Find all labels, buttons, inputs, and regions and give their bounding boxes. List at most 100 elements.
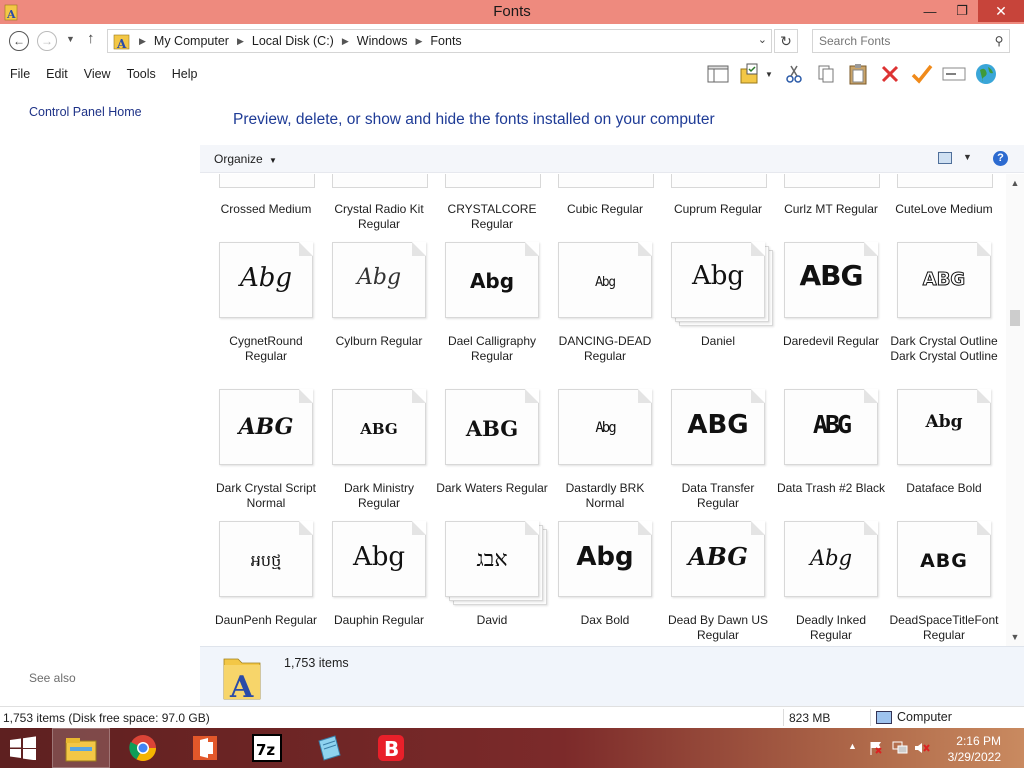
flag-icon[interactable] <box>868 741 884 755</box>
font-item[interactable]: Crossed Medium <box>210 202 322 217</box>
scroll-down-icon[interactable]: ▼ <box>1006 632 1024 642</box>
font-thumbnail[interactable]: Abg <box>332 242 428 320</box>
font-thumbnail[interactable] <box>332 174 428 188</box>
font-item[interactable]: Crystal Radio Kit Regular <box>323 202 435 232</box>
layout-pane-icon[interactable] <box>704 60 732 88</box>
rename-icon[interactable] <box>940 60 968 88</box>
scrollbar-thumb[interactable] <box>1010 310 1020 326</box>
font-item[interactable]: Cylburn Regular <box>323 334 435 349</box>
font-thumbnail[interactable]: ABG <box>784 389 880 467</box>
menu-tools[interactable]: Tools <box>127 67 156 81</box>
font-thumbnail[interactable]: Abg <box>445 242 541 320</box>
breadcrumb-my-computer[interactable]: My Computer <box>154 34 229 48</box>
search-icon[interactable]: ⚲ <box>989 34 1009 48</box>
search-input[interactable] <box>813 34 989 48</box>
vertical-scrollbar[interactable]: ▲ ▼ <box>1006 174 1024 646</box>
font-item[interactable]: Data Trash #2 Black <box>775 481 887 496</box>
change-view-icon[interactable] <box>938 152 952 164</box>
windows-start-icon[interactable] <box>8 736 38 760</box>
delete-icon[interactable] <box>876 60 904 88</box>
font-item[interactable]: CRYSTALCORE Regular <box>436 202 548 232</box>
font-item[interactable]: DaunPenh Regular <box>210 613 322 628</box>
menu-file[interactable]: File <box>10 67 30 81</box>
up-button[interactable]: ↑ <box>87 30 95 47</box>
font-thumbnail[interactable]: Abg <box>558 389 654 467</box>
font-thumbnail[interactable]: Abg <box>332 521 428 599</box>
minimize-button[interactable]: — <box>914 0 946 22</box>
scroll-up-icon[interactable]: ▲ <box>1006 178 1024 188</box>
back-button[interactable]: ← <box>9 31 29 51</box>
font-item[interactable]: Dark Waters Regular <box>436 481 548 496</box>
taskbar-file-explorer[interactable] <box>52 728 110 768</box>
taskbar-office[interactable] <box>176 728 234 768</box>
clock[interactable]: 2:16 PM 3/29/2022 <box>948 733 1001 765</box>
breadcrumb-windows[interactable]: Windows <box>357 34 408 48</box>
close-button[interactable]: ✕ <box>978 0 1024 22</box>
checkmark-icon[interactable] <box>908 60 936 88</box>
font-item[interactable]: CygnetRound Regular <box>210 334 322 364</box>
font-thumbnail[interactable] <box>784 174 880 188</box>
recent-locations-dropdown[interactable]: ▼ <box>66 34 75 44</box>
font-thumbnail[interactable] <box>671 174 767 188</box>
font-item[interactable]: DeadSpaceTitleFont Regular <box>888 613 1000 643</box>
network-icon[interactable] <box>892 741 908 755</box>
cut-icon[interactable] <box>780 60 808 88</box>
font-thumbnail[interactable] <box>445 174 541 188</box>
address-bar[interactable]: A ▶ My Computer ▶ Local Disk (C:) ▶ Wind… <box>107 29 772 53</box>
font-thumbnail[interactable]: ABG <box>219 389 315 467</box>
font-thumbnail[interactable]: ABG <box>897 242 993 320</box>
font-thumbnail[interactable]: Abg <box>671 242 773 326</box>
breadcrumb-local-disk[interactable]: Local Disk (C:) <box>252 34 334 48</box>
font-thumbnail[interactable]: ABG <box>671 521 767 599</box>
font-item[interactable]: Cubic Regular <box>549 202 661 217</box>
search-box[interactable]: ⚲ <box>812 29 1010 53</box>
font-item[interactable]: Dark Ministry Regular <box>323 481 435 511</box>
address-dropdown-icon[interactable]: ⌄ <box>758 33 767 46</box>
font-item[interactable]: Dark Crystal Outline Dark Crystal Outlin… <box>888 334 1000 364</box>
font-item[interactable]: Data Transfer Regular <box>662 481 774 511</box>
font-item[interactable]: Curlz MT Regular <box>775 202 887 217</box>
font-item[interactable]: Dael Calligraphy Regular <box>436 334 548 364</box>
font-thumbnail[interactable]: Abg <box>784 521 880 599</box>
font-thumbnail[interactable] <box>219 174 315 188</box>
menu-edit[interactable]: Edit <box>46 67 68 81</box>
show-hidden-icons-icon[interactable]: ▲ <box>848 741 857 751</box>
organize-button[interactable]: Organize ▼ <box>214 152 277 166</box>
font-item[interactable]: Dastardly BRK Normal <box>549 481 661 511</box>
globe-icon[interactable] <box>972 60 1000 88</box>
taskbar-bitdefender[interactable]: B <box>362 728 420 768</box>
paste-icon[interactable] <box>844 60 872 88</box>
font-thumbnail[interactable] <box>897 174 993 188</box>
font-item[interactable]: Daredevil Regular <box>775 334 887 349</box>
font-thumbnail[interactable]: Abg <box>897 389 993 467</box>
forward-button[interactable]: → <box>37 31 57 51</box>
view-options-dropdown[interactable]: ▼ <box>963 152 972 162</box>
help-icon[interactable]: ? <box>993 151 1008 166</box>
font-item[interactable]: Dauphin Regular <box>323 613 435 628</box>
font-item[interactable]: Dax Bold <box>549 613 661 628</box>
font-item[interactable]: David <box>436 613 548 628</box>
taskbar-7zip[interactable]: 7z <box>238 728 296 768</box>
volume-muted-icon[interactable] <box>914 741 930 755</box>
font-thumbnail[interactable]: ABG <box>784 242 880 320</box>
font-thumbnail[interactable] <box>558 174 654 188</box>
font-thumbnail[interactable]: Abg <box>558 521 654 599</box>
font-thumbnail[interactable]: ABG <box>332 389 428 467</box>
font-thumbnail[interactable]: ឣបថ្ម <box>219 521 315 599</box>
taskbar-notepad[interactable] <box>300 728 358 768</box>
font-item[interactable]: Daniel <box>662 334 774 349</box>
font-thumbnail[interactable]: ABG <box>671 389 767 467</box>
font-item[interactable]: Deadly Inked Regular <box>775 613 887 643</box>
font-thumbnail[interactable]: אבג <box>445 521 547 605</box>
font-thumbnail[interactable]: ABG <box>445 389 541 467</box>
refresh-button[interactable]: ↻ <box>774 29 798 53</box>
font-thumbnail[interactable]: ABG <box>897 521 993 599</box>
menu-view[interactable]: View <box>84 67 111 81</box>
maximize-button[interactable]: ❐ <box>946 0 978 22</box>
font-item[interactable]: CuteLove Medium <box>888 202 1000 217</box>
font-item[interactable]: Dead By Dawn US Regular <box>662 613 774 643</box>
properties-icon[interactable]: ▼ <box>736 60 776 88</box>
taskbar-chrome[interactable] <box>114 728 172 768</box>
control-panel-home-link[interactable]: Control Panel Home <box>29 105 142 119</box>
copy-icon[interactable] <box>812 60 840 88</box>
